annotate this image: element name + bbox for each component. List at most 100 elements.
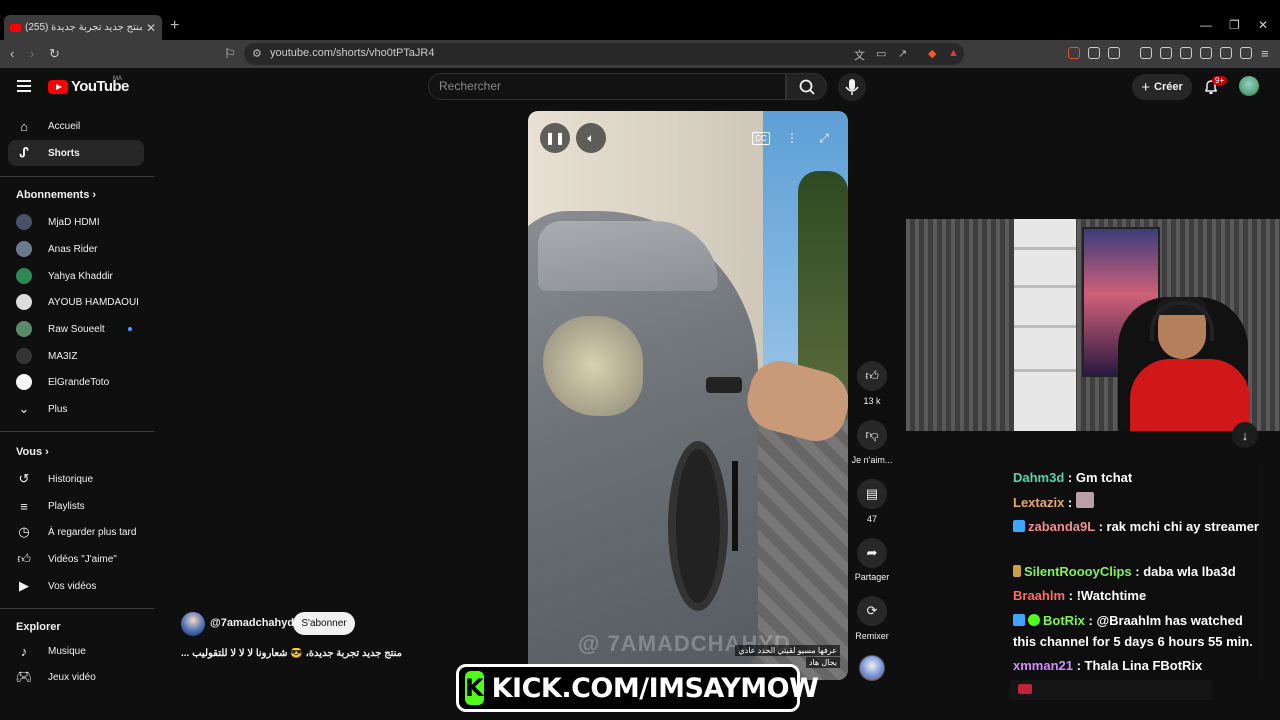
more-options-button[interactable]: ⋮ [777, 123, 807, 153]
profile-icon[interactable] [1240, 47, 1252, 59]
brave-rewards-icon[interactable]: ▲ [948, 47, 959, 59]
sidebar-item-shorts[interactable]: ᔑ Shorts [8, 140, 144, 166]
close-tab-icon[interactable]: ✕ [146, 21, 156, 35]
short-video-player[interactable]: ❚❚ 🔈︎ CC ⋮ ⤢ @ 7AMADCHAHYD عرفها مسيو لق… [528, 111, 848, 680]
sidebar-item-playlists[interactable]: ≡ Playlists [8, 493, 144, 519]
streamer-webcam [906, 219, 1280, 431]
sidebar-item-more[interactable]: ⌄ Plus [8, 396, 144, 422]
subscribe-button[interactable]: S'abonner [293, 612, 355, 635]
captions-button[interactable]: CC [746, 123, 776, 153]
sidebar-item-history[interactable]: ↺ Historique [8, 466, 144, 492]
dislike-button[interactable]: 👎︎ [857, 420, 887, 450]
sidebar-item-subscription[interactable]: Yahya Khaddir [8, 263, 144, 289]
translate-icon[interactable]: 文 [854, 47, 865, 63]
pause-icon: ❚❚ [544, 131, 566, 145]
sidebar-item-subscription[interactable]: ElGrandeToto [8, 369, 144, 395]
browser-menu-icon[interactable]: ≡ [1261, 46, 1269, 61]
comments-button[interactable]: ▤ [857, 479, 887, 509]
sidebar-item-subscription[interactable]: Raw Soueelt [8, 316, 144, 342]
music-icon[interactable] [1140, 47, 1152, 59]
address-bar[interactable]: ⚙ youtube.com/shorts/vho0tPTaJR4 文 ▭ ↗ ◆… [244, 43, 964, 65]
share-icon[interactable]: ↗ [898, 47, 907, 60]
sidebar-item-subscription[interactable]: AYOUB HAMDAOUI [8, 289, 144, 315]
forward-icon[interactable]: › [30, 46, 34, 61]
channel-avatar [16, 348, 32, 364]
puzzle-icon[interactable] [1088, 47, 1100, 59]
close-window-icon[interactable]: ✕ [1258, 18, 1268, 32]
music-icon: ♪ [20, 643, 28, 659]
sidebar-item-watch-later[interactable]: ◷ À regarder plus tard [8, 519, 144, 545]
shelf-board [1014, 369, 1076, 372]
sidebar-item-label: Raw Soueelt [48, 323, 105, 335]
chat-username: Dahm3d [1013, 470, 1065, 485]
new-tab-icon[interactable]: + [170, 17, 179, 35]
sidebar-item-subscription[interactable]: Anas Rider [8, 236, 144, 262]
tab-title: (255) منتج جديد تجربة جديدة، ... [25, 22, 142, 33]
chat-text: rak mchi chi ay streamer [1106, 519, 1259, 534]
maximize-icon[interactable]: ❐ [1229, 18, 1240, 32]
sidebar-item-subscription[interactable]: MA3IZ [8, 343, 144, 369]
wallet-icon[interactable] [1180, 47, 1192, 59]
sidebar-item-label: Shorts [48, 147, 80, 159]
chat-username: Lextazix [1013, 495, 1065, 510]
mute-button[interactable]: 🔈︎ [576, 123, 606, 153]
channel-name[interactable]: @7amadchahyd [210, 617, 294, 629]
create-button[interactable]: + Créer [1132, 74, 1192, 100]
fullscreen-button[interactable]: ⤢ [809, 123, 839, 153]
video-caption-line: عرفها مسيو لقيتي الحدد عادي [735, 645, 840, 656]
verified-badge-icon [1028, 614, 1040, 626]
scroll-down-button[interactable]: ↓ [1232, 422, 1258, 448]
sidebar-item-gaming[interactable]: 🎮︎ Jeux vidéo [8, 664, 144, 690]
extension-icon[interactable] [1068, 47, 1080, 59]
channel-avatar [16, 321, 32, 337]
pause-button[interactable]: ❚❚ [540, 123, 570, 153]
youtube-masthead: YouTube MA Rechercher + Créer 9+ [0, 68, 1280, 108]
vpn-icon[interactable] [1220, 47, 1232, 59]
search-input[interactable]: Rechercher [428, 73, 786, 100]
account-avatar[interactable] [1239, 76, 1259, 96]
video-wheel [668, 441, 728, 611]
audio-source-thumbnail[interactable] [859, 655, 885, 681]
sidebar-item-home[interactable]: ⌂ Accueil [8, 113, 144, 139]
sidebar-item-music[interactable]: ♪ Musique [8, 638, 144, 664]
remix-button[interactable]: ⟳ [857, 596, 887, 626]
you-heading[interactable]: Vous › [16, 446, 49, 458]
explore-heading: Explorer [16, 621, 61, 633]
home-icon: ⌂ [20, 118, 28, 134]
subscriber-badge-icon [1013, 614, 1025, 626]
bookmark-icon[interactable]: ⚐ [224, 46, 236, 62]
video-title[interactable]: منتج جديد تجربة جديدة، 😎 شعارونا لا لا ل… [181, 648, 431, 659]
channel-avatar[interactable] [181, 612, 205, 636]
cast-icon[interactable]: ▭ [876, 47, 886, 60]
browser-toolbar: ‹ › ↻ ⚐ ⚙ youtube.com/shorts/vho0tPTaJR4… [0, 40, 1280, 68]
hamburger-menu-icon[interactable] [17, 80, 31, 92]
voice-search-button[interactable] [838, 73, 866, 101]
browser-tab[interactable]: (255) منتج جديد تجربة جديدة، ... ✕ [4, 15, 162, 40]
share-label: Partager [854, 572, 890, 582]
like-button[interactable]: 👍︎ [857, 361, 887, 391]
video-device [706, 377, 742, 393]
chevron-down-icon: ⌄ [18, 401, 30, 416]
captions-icon: CC [752, 131, 770, 145]
like-count: 13 k [863, 396, 881, 406]
share-button[interactable]: ➦ [857, 538, 887, 568]
minimize-icon[interactable]: — [1200, 18, 1212, 32]
chat-message: Lextazix : [1013, 492, 1261, 513]
subscriptions-heading[interactable]: Abonnements › [16, 189, 96, 201]
reload-icon[interactable]: ↻ [49, 46, 60, 62]
leo-icon[interactable] [1200, 47, 1212, 59]
sidebar-toggle-icon[interactable] [1160, 47, 1172, 59]
brave-shield-icon[interactable]: ◆ [928, 47, 936, 60]
sidebar-item-subscription[interactable]: MjaD HDMI [8, 209, 144, 235]
screenshot-icon[interactable] [1108, 47, 1120, 59]
site-info-icon[interactable]: ⚙ [252, 47, 262, 60]
stream-chat: Dahm3d : Gm tchat Lextazix : zabanda9L :… [1008, 464, 1260, 682]
sidebar-item-label: Vidéos "J'aime" [48, 553, 117, 565]
back-icon[interactable]: ‹ [10, 46, 14, 61]
divider [0, 431, 154, 432]
sidebar-item-label: Anas Rider [48, 243, 98, 255]
history-icon: ↺ [18, 471, 30, 486]
sidebar-item-liked[interactable]: 👍︎ Vidéos "J'aime" [8, 546, 144, 572]
search-button[interactable] [786, 73, 827, 100]
sidebar-item-your-videos[interactable]: ▶ Vos vidéos [8, 573, 144, 599]
